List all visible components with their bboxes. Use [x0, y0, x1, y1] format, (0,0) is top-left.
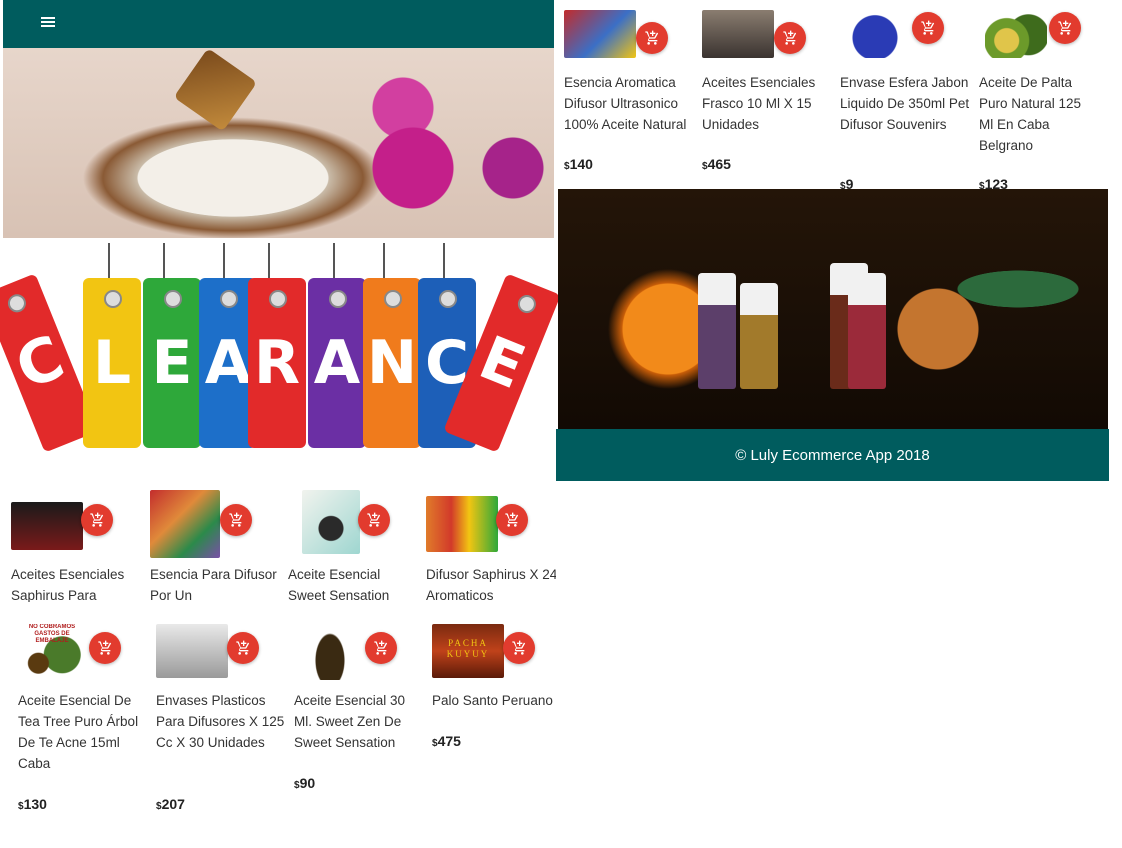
add-to-cart-button[interactable] [358, 504, 390, 536]
cart-icon [505, 512, 519, 527]
product-card[interactable]: Aceite Esencial 30 Ml. Sweet Zen De Swee… [294, 624, 424, 794]
cart-icon [1058, 20, 1072, 35]
cart-icon [374, 640, 388, 655]
product-card[interactable]: Aceite Esencial Sweet Sensation [288, 490, 418, 602]
product-card[interactable]: Esencia Para Difusor Por Un [150, 490, 280, 602]
cart-icon [367, 512, 381, 527]
clearance-letter: L [83, 278, 141, 448]
aromatherapy-photo [558, 189, 1108, 429]
product-thumbnail[interactable] [156, 624, 228, 678]
product-badge: NO COBRAMOS GASTOS DE EMBALAJE [28, 624, 76, 644]
product-thumbnail[interactable] [310, 624, 350, 680]
cart-icon [90, 512, 104, 527]
product-price: $130 [18, 796, 47, 812]
footer-copyright: © Luly Ecommerce App 2018 [735, 446, 930, 464]
product-price: $140 [564, 156, 593, 172]
clearance-letter: A [308, 278, 366, 448]
product-card[interactable]: NO COBRAMOS GASTOS DE EMBALAJE Aceite Es… [18, 624, 148, 814]
hamburger-icon[interactable] [41, 17, 55, 29]
add-to-cart-button[interactable] [912, 12, 944, 44]
product-title[interactable]: Aceite Esencial De Tea Tree Puro Árbol D… [18, 690, 144, 774]
add-to-cart-button[interactable] [89, 632, 121, 664]
product-thumbnail[interactable] [426, 496, 498, 552]
product-price: $475 [432, 733, 461, 749]
clearance-letter: R [248, 278, 306, 448]
cart-icon [783, 30, 797, 45]
product-thumbnail[interactable] [850, 0, 900, 58]
product-thumbnail[interactable] [564, 10, 636, 58]
product-card[interactable]: Envases Plasticos Para Difusores X 125 C… [156, 624, 286, 814]
cart-icon [512, 640, 526, 655]
clearance-letter: E [143, 278, 201, 448]
cart-icon [645, 30, 659, 45]
product-thumbnail[interactable] [150, 490, 220, 558]
vial-cap-graphic [698, 273, 736, 305]
product-thumbnail[interactable]: NO COBRAMOS GASTOS DE EMBALAJE [18, 624, 86, 680]
product-price: $207 [156, 796, 185, 812]
clearance-letter: N [363, 278, 421, 448]
product-thumbnail[interactable] [11, 502, 83, 550]
product-title[interactable]: Aceite Esencial 30 Ml. Sweet Zen De Swee… [294, 690, 424, 753]
add-to-cart-button[interactable] [503, 632, 535, 664]
product-thumbnail[interactable] [985, 0, 1047, 58]
page-footer: © Luly Ecommerce App 2018 [556, 429, 1109, 481]
product-thumbnail[interactable]: PACHA KUYUY [432, 624, 504, 678]
product-title[interactable]: Envase Esfera Jabon Liquido De 350ml Pet… [840, 72, 972, 135]
product-badge: PACHA KUYUY [446, 638, 490, 659]
product-thumbnail[interactable] [702, 10, 774, 58]
product-title[interactable]: Esencia Aromatica Difusor Ultrasonico 10… [564, 72, 696, 135]
cart-icon [98, 640, 112, 655]
cart-icon [236, 640, 250, 655]
product-title[interactable]: Aceites Esenciales Saphirus Para [11, 564, 141, 602]
add-to-cart-button[interactable] [365, 632, 397, 664]
cart-icon [921, 20, 935, 35]
oil-bottle-graphic [173, 48, 258, 132]
product-price: $90 [294, 775, 316, 791]
add-to-cart-button[interactable] [496, 504, 528, 536]
add-to-cart-button[interactable] [81, 504, 113, 536]
product-title[interactable]: Palo Santo Peruano [432, 690, 562, 711]
add-to-cart-button[interactable] [636, 22, 668, 54]
vial-cap-graphic [740, 283, 778, 315]
product-title[interactable]: Aceite Esencial Sweet Sensation [288, 564, 418, 602]
product-title[interactable]: Aceite De Palta Puro Natural 125 Ml En C… [979, 72, 1099, 156]
cart-icon [229, 512, 243, 527]
add-to-cart-button[interactable] [774, 22, 806, 54]
hero-spa-image [3, 48, 554, 238]
product-title[interactable]: Aceites Esenciales Frasco 10 Ml X 15 Uni… [702, 72, 834, 135]
product-title[interactable]: Envases Plasticos Para Difusores X 125 C… [156, 690, 286, 753]
product-card[interactable]: Aceites Esenciales Saphirus Para [11, 502, 141, 602]
product-title[interactable]: Esencia Para Difusor Por Un [150, 564, 280, 602]
add-to-cart-button[interactable] [227, 632, 259, 664]
vial-cap-graphic [848, 273, 886, 305]
product-card[interactable]: Difusor Saphirus X 24 Aromaticos [426, 496, 556, 602]
product-card[interactable]: PACHA KUYUY Palo Santo Peruano $475 [432, 624, 562, 754]
clearance-banner[interactable]: C L E A R A N C E [0, 238, 561, 478]
product-thumbnail[interactable] [302, 490, 360, 554]
product-price: $465 [702, 156, 731, 172]
top-nav-bar [3, 0, 554, 48]
product-title[interactable]: Difusor Saphirus X 24 Aromaticos [426, 564, 556, 602]
add-to-cart-button[interactable] [1049, 12, 1081, 44]
add-to-cart-button[interactable] [220, 504, 252, 536]
